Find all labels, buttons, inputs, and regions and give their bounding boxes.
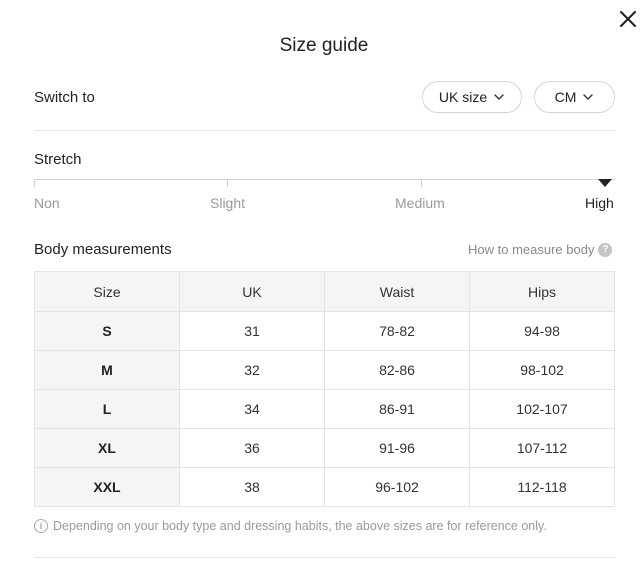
uk-cell: 36	[179, 428, 325, 468]
divider	[34, 130, 615, 131]
unit-value: CM	[554, 89, 577, 105]
close-icon	[620, 11, 636, 27]
uk-cell: 34	[179, 389, 325, 429]
body-measurements-label: Body measurements	[34, 241, 172, 258]
how-to-measure-link[interactable]: How to measure body ?	[468, 242, 613, 257]
size-table: Size UK Waist Hips S 31 78-82 94-98 M 32…	[34, 271, 615, 507]
chevron-down-icon	[494, 94, 504, 100]
stretch-tick	[34, 179, 35, 187]
divider	[34, 557, 615, 558]
uk-cell: 32	[179, 350, 325, 390]
reference-note-text: Depending on your body type and dressing…	[53, 519, 547, 533]
switch-to-label: Switch to	[34, 89, 95, 106]
size-cell: L	[34, 389, 180, 429]
chevron-down-icon	[583, 94, 594, 100]
stretch-level-slight: Slight	[210, 195, 246, 211]
waist-cell: 91-96	[324, 428, 470, 468]
waist-cell: 86-91	[324, 389, 470, 429]
stretch-tick	[227, 179, 228, 187]
size-cell: XXL	[34, 467, 180, 507]
stretch-level-medium: Medium	[395, 195, 445, 211]
size-cell: XL	[34, 428, 180, 468]
table-row: M 32 82-86 98-102	[34, 350, 615, 390]
uk-cell: 31	[179, 311, 325, 351]
how-to-measure-text: How to measure body	[468, 242, 595, 257]
reference-note: i Depending on your body type and dressi…	[34, 519, 547, 533]
table-row: S 31 78-82 94-98	[34, 311, 615, 351]
stretch-label: Stretch	[34, 151, 82, 168]
table-row: L 34 86-91 102-107	[34, 389, 615, 429]
hips-cell: 98-102	[469, 350, 615, 390]
hips-cell: 112-118	[469, 467, 615, 507]
close-button[interactable]	[617, 8, 639, 30]
hips-cell: 94-98	[469, 311, 615, 351]
column-header: Waist	[324, 271, 470, 312]
uk-cell: 38	[179, 467, 325, 507]
stretch-scale	[34, 179, 615, 180]
question-circle-icon: ?	[598, 242, 613, 257]
stretch-level-high: High	[585, 195, 614, 211]
column-header: Size	[34, 271, 180, 312]
info-circle-icon: i	[34, 519, 48, 533]
stretch-marker-icon	[598, 179, 612, 187]
table-header-row: Size UK Waist Hips	[34, 271, 615, 312]
waist-cell: 78-82	[324, 311, 470, 351]
size-cell: S	[34, 311, 180, 351]
table-row: XXL 38 96-102 112-118	[34, 467, 615, 507]
size-system-dropdown[interactable]: UK size	[422, 81, 522, 113]
hips-cell: 107-112	[469, 428, 615, 468]
stretch-tick	[421, 179, 422, 187]
dialog-title: Size guide	[279, 35, 369, 56]
waist-cell: 82-86	[324, 350, 470, 390]
column-header: Hips	[469, 271, 615, 312]
column-header: UK	[179, 271, 325, 312]
stretch-level-non: Non	[34, 195, 60, 211]
waist-cell: 96-102	[324, 467, 470, 507]
unit-dropdown[interactable]: CM	[534, 81, 615, 113]
size-cell: M	[34, 350, 180, 390]
hips-cell: 102-107	[469, 389, 615, 429]
size-system-value: UK size	[438, 89, 488, 105]
table-row: XL 36 91-96 107-112	[34, 428, 615, 468]
